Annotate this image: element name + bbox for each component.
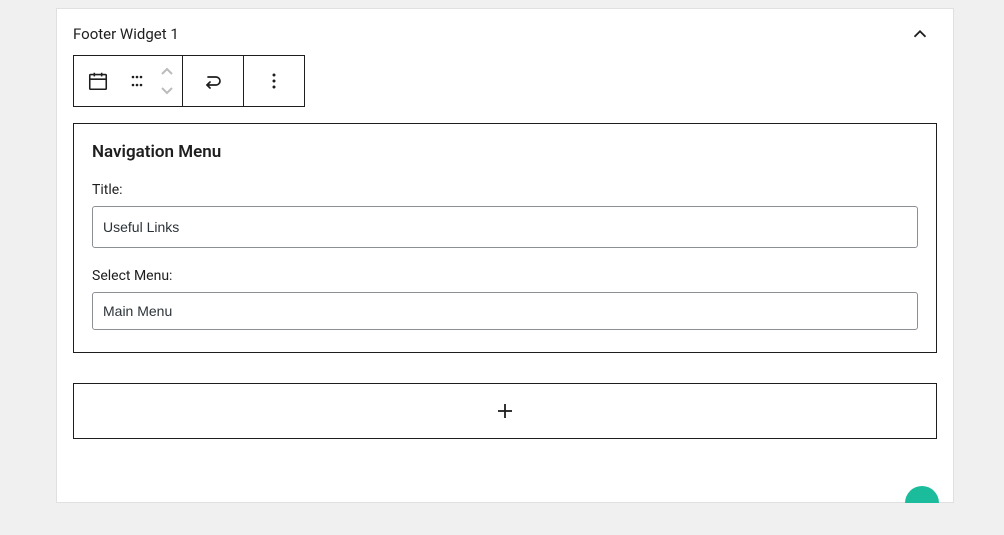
widget-panel: Footer Widget 1 xyxy=(56,8,954,503)
plus-icon xyxy=(493,399,517,423)
panel-title: Footer Widget 1 xyxy=(73,25,179,43)
transform-button[interactable] xyxy=(183,56,243,106)
help-badge-icon[interactable] xyxy=(905,486,939,503)
drag-handle-icon xyxy=(130,74,144,88)
select-menu-label: Select Menu: xyxy=(92,268,918,284)
more-options-button[interactable] xyxy=(244,56,304,106)
move-up-button[interactable] xyxy=(159,63,175,81)
move-updown-group xyxy=(152,56,182,106)
toolbar-group-block xyxy=(74,56,183,106)
block-toolbar xyxy=(73,55,305,107)
collapse-toggle[interactable] xyxy=(909,23,937,45)
add-block-button[interactable] xyxy=(73,383,937,439)
calendar-icon xyxy=(87,70,109,92)
swap-icon xyxy=(201,69,225,93)
form-row-select-menu: Select Menu: Main Menu xyxy=(92,268,918,330)
panel-header: Footer Widget 1 xyxy=(57,9,953,55)
title-input[interactable] xyxy=(92,206,918,248)
form-row-title: Title: xyxy=(92,182,918,248)
widget-card-heading: Navigation Menu xyxy=(92,142,918,162)
widget-card: Navigation Menu Title: Select Menu: Main… xyxy=(73,123,937,353)
title-label: Title: xyxy=(92,182,918,198)
toolbar-group-more xyxy=(244,56,304,106)
chevron-up-icon xyxy=(159,66,175,78)
move-down-button[interactable] xyxy=(159,81,175,99)
block-type-button[interactable] xyxy=(74,56,122,106)
chevron-up-icon xyxy=(909,23,931,45)
toolbar-group-transform xyxy=(183,56,244,106)
drag-handle-button[interactable] xyxy=(122,56,152,106)
chevron-down-icon xyxy=(159,84,175,96)
more-vertical-icon xyxy=(264,71,284,91)
select-menu-dropdown[interactable]: Main Menu xyxy=(92,292,918,330)
